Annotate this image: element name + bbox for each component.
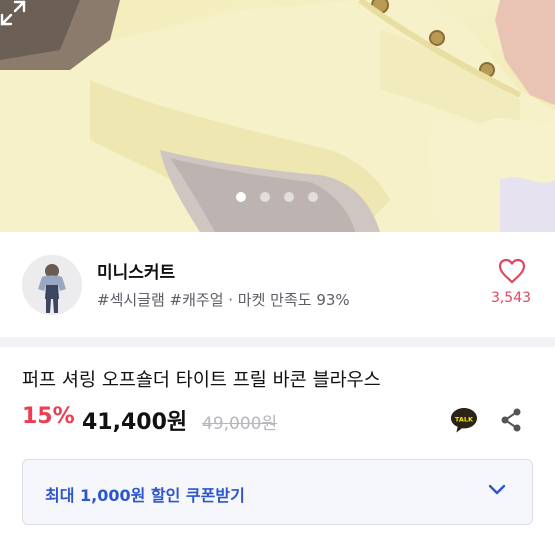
kakao-talk-icon[interactable]: TALK xyxy=(449,405,479,435)
shop-avatar[interactable] xyxy=(22,255,82,315)
section-divider xyxy=(0,337,555,347)
coupon-label: 최대 1,000원 할인 쿠폰받기 xyxy=(45,486,245,505)
carousel-dot[interactable] xyxy=(284,192,294,202)
carousel-indicator xyxy=(0,192,555,206)
like-count: 3,543 xyxy=(490,290,532,306)
product-title: 퍼프 셔링 오프숄더 타이트 프릴 바콘 블라우스 xyxy=(22,370,381,391)
chevron-down-icon xyxy=(488,484,506,495)
carousel-dot[interactable] xyxy=(308,192,318,202)
heart-icon[interactable] xyxy=(498,258,526,284)
share-icon[interactable] xyxy=(500,408,522,432)
avatar-image xyxy=(22,255,82,315)
carousel-dot[interactable] xyxy=(260,192,270,202)
discount-rate: 15% xyxy=(22,404,75,429)
carousel-dot[interactable] xyxy=(236,192,246,202)
talk-label: TALK xyxy=(455,416,474,424)
shop-info[interactable] xyxy=(0,240,555,334)
shop-name[interactable]: 미니스커트 xyxy=(97,258,175,283)
coupon-button[interactable]: 최대 1,000원 할인 쿠폰받기 xyxy=(22,459,533,525)
expand-icon[interactable] xyxy=(0,0,26,26)
original-price: 49,000원 xyxy=(202,414,278,434)
sale-price: 41,400원 xyxy=(82,410,188,435)
product-image[interactable] xyxy=(0,0,555,232)
shop-tags: #섹시글램 #캐주얼 · 마켓 만족도 93% xyxy=(97,291,350,309)
